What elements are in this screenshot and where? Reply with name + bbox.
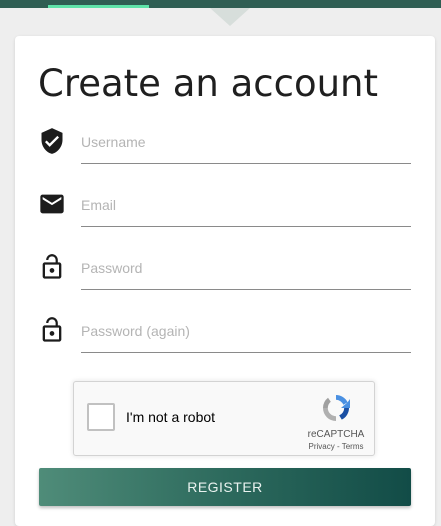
password-confirm-field-row [38,310,411,354]
lock-open-icon [42,254,62,279]
password-input[interactable] [81,247,411,290]
username-input[interactable] [81,121,411,164]
password-field-row [38,247,411,291]
email-input[interactable] [81,184,411,227]
recaptcha-logo-icon [323,395,350,421]
register-button[interactable]: REGISTER [39,468,411,506]
recaptcha-label: I'm not a robot [126,409,216,425]
password-confirm-input[interactable] [81,310,411,353]
recaptcha-legal-links[interactable]: Privacy - Terms [300,442,372,451]
shield-check-icon [41,128,63,154]
recaptcha-brand: reCAPTCHA [307,429,365,440]
email-icon [40,194,64,214]
lock-open-icon [42,317,62,342]
username-field-row [38,121,411,165]
recaptcha-checkbox[interactable] [87,403,115,431]
page-title: Create an account [38,62,378,105]
email-field-row [38,184,411,228]
recaptcha-widget: I'm not a robot reCAPTCHA Privacy - Term… [73,381,375,456]
active-tab-indicator [48,5,149,8]
section-pointer [210,8,250,26]
